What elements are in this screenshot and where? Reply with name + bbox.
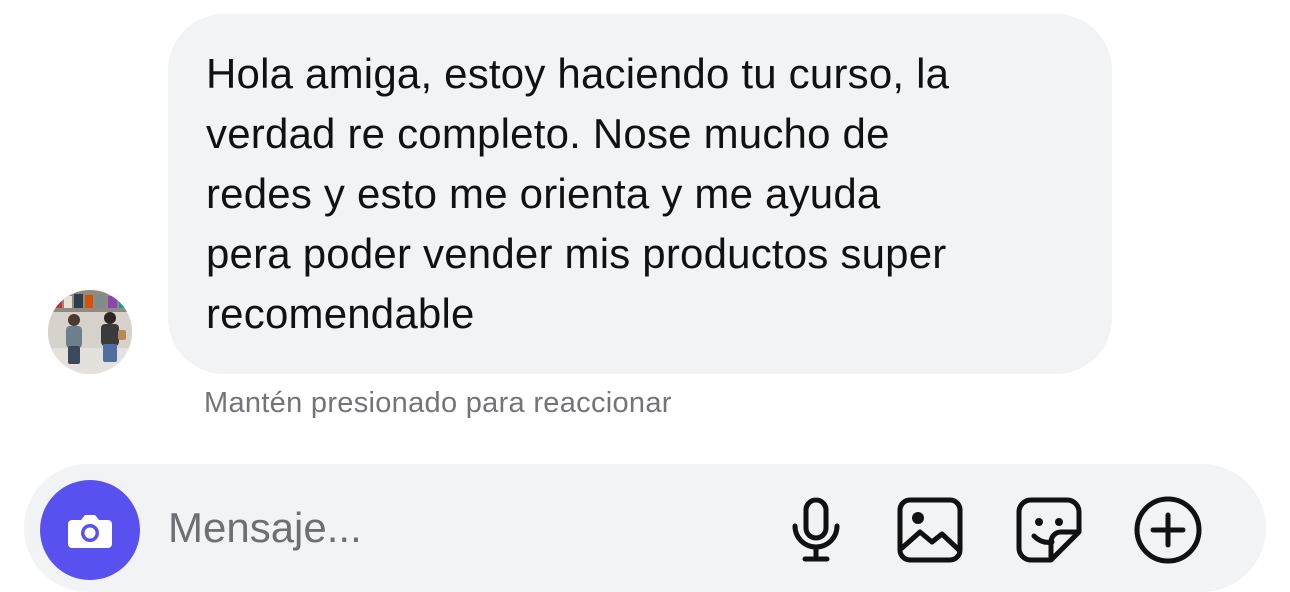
image-gallery-icon bbox=[897, 497, 963, 563]
incoming-message-bubble[interactable]: Hola amiga, estoy haciendo tu curso, la … bbox=[168, 14, 1112, 374]
avatar-photo bbox=[48, 290, 132, 374]
more-options-button[interactable] bbox=[1132, 494, 1204, 566]
plus-circle-icon bbox=[1134, 496, 1202, 564]
sticker-icon bbox=[1016, 497, 1082, 563]
sticker-button[interactable] bbox=[1013, 494, 1085, 566]
camera-button[interactable] bbox=[40, 480, 140, 580]
voice-message-button[interactable] bbox=[780, 494, 852, 566]
gallery-button[interactable] bbox=[894, 494, 966, 566]
sender-avatar[interactable] bbox=[48, 290, 132, 374]
microphone-icon bbox=[792, 497, 840, 562]
message-composer bbox=[24, 464, 1266, 592]
reaction-hint: Mantén presionado para reaccionar bbox=[204, 387, 672, 419]
camera-icon bbox=[68, 515, 112, 548]
message-input[interactable] bbox=[168, 498, 728, 558]
message-text: Hola amiga, estoy haciendo tu curso, la … bbox=[206, 50, 950, 337]
